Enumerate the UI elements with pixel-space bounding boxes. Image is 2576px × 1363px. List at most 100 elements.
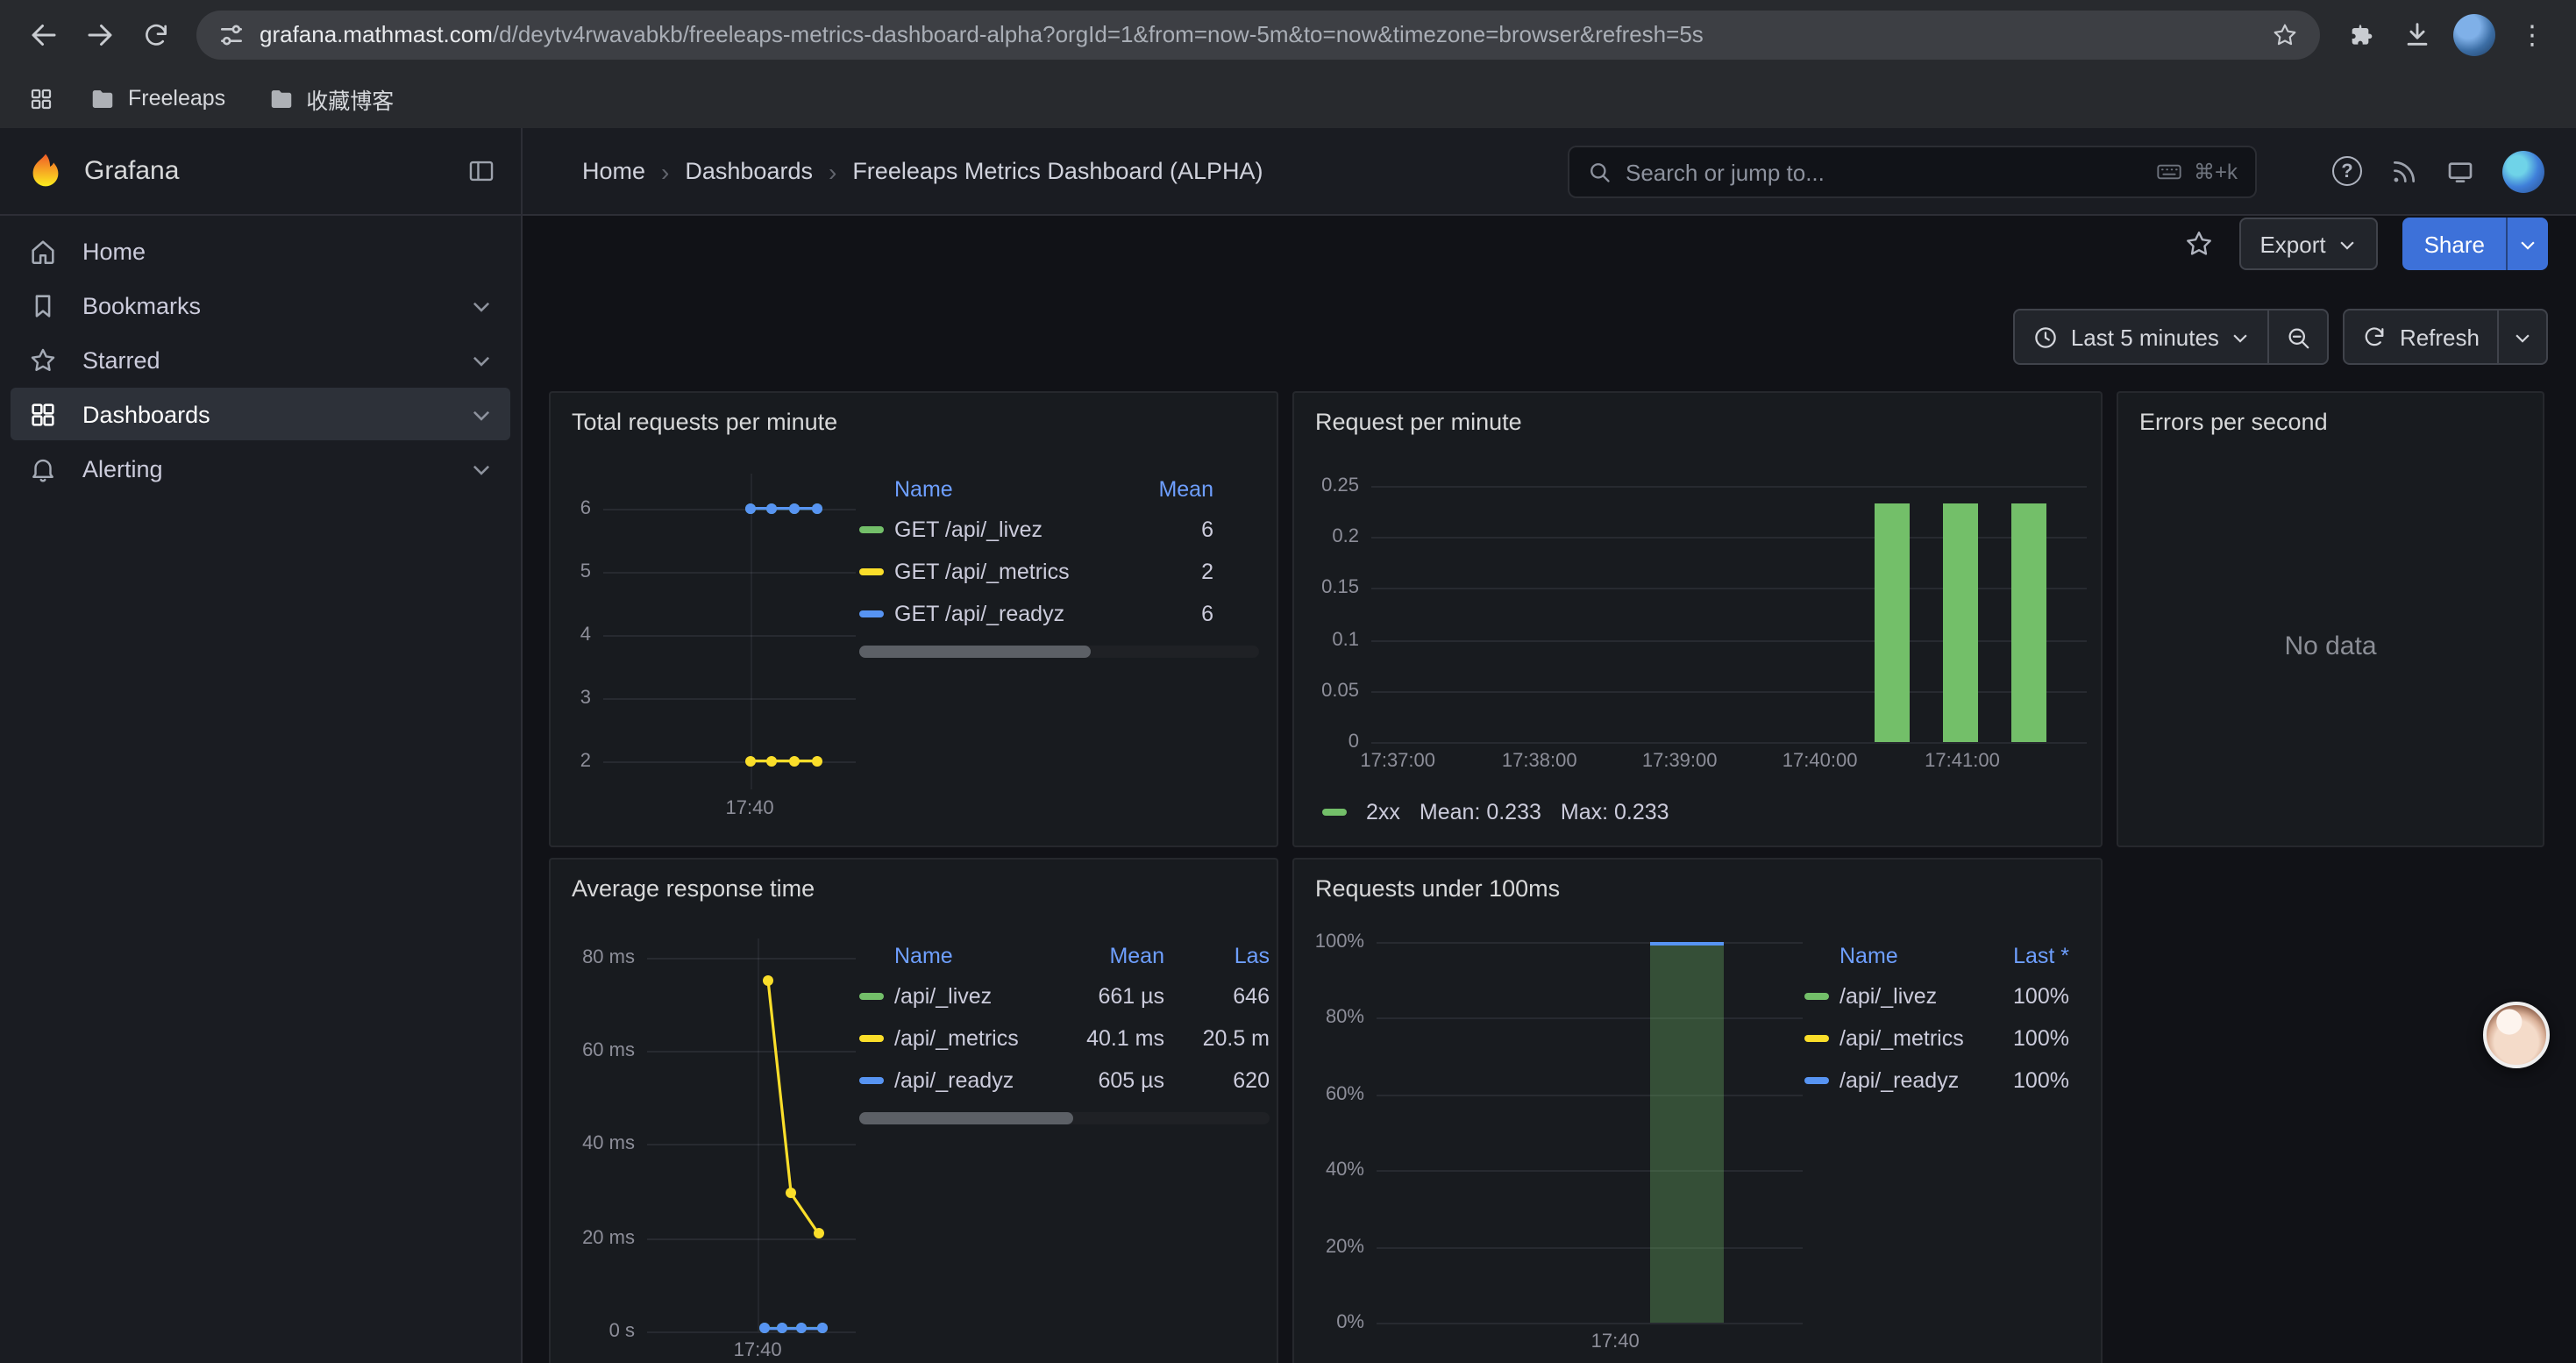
bookmark-star-icon[interactable]: [2271, 20, 2299, 48]
panel-title[interactable]: Total requests per minute: [572, 409, 837, 435]
legend-table: NameMeanLas/api/_livez661 µs646/api/_met…: [859, 937, 1270, 1124]
site-settings-icon[interactable]: [217, 20, 246, 48]
share-button[interactable]: Share: [2403, 218, 2506, 270]
browser-menu-icon[interactable]: ⋮: [2506, 8, 2558, 61]
legend-row[interactable]: GET /api/_livez6: [859, 509, 1259, 551]
help-icon[interactable]: ?: [2332, 156, 2362, 186]
chart-request-per-minute: 0.250.20.150.10.050 17:37:0017:38:0017:3…: [1294, 475, 2087, 774]
sidebar-item-starred[interactable]: Starred: [11, 333, 510, 386]
bookmark-freeleaps[interactable]: Freeleaps: [74, 78, 241, 118]
browser-forward-button[interactable]: [74, 8, 126, 61]
breadcrumb-home[interactable]: Home: [582, 158, 645, 184]
browser-profile-avatar[interactable]: [2453, 13, 2495, 55]
downloads-icon[interactable]: [2390, 8, 2443, 61]
chevron-down-icon[interactable]: [470, 294, 493, 317]
browser-url-bar[interactable]: grafana.mathmast.com/d/deytv4rwavabkb/fr…: [196, 10, 2320, 59]
no-data-message: No data: [2118, 446, 2543, 846]
news-rss-icon[interactable]: [2390, 157, 2418, 185]
x-axis-tick-label: 17:40: [1591, 1331, 1640, 1352]
dock-menu-icon[interactable]: [466, 156, 496, 186]
sidebar-item-label: Alerting: [82, 455, 163, 482]
legend-row[interactable]: GET /api/_metrics2: [859, 551, 1259, 593]
legend-column-header[interactable]: Name: [859, 477, 1122, 502]
legend-row[interactable]: /api/_metrics100%: [1804, 1017, 2083, 1060]
chart-requests-under-100ms: 100%80%60%40%20%0% 17:40: [1294, 926, 1803, 1354]
legend-row[interactable]: /api/_livez661 µs646: [859, 975, 1270, 1017]
chevron-down-icon[interactable]: [470, 348, 493, 371]
browser-back-button[interactable]: [18, 8, 70, 61]
floating-assistant-avatar[interactable]: [2483, 1002, 2550, 1068]
legend-row[interactable]: /api/_readyz605 µs620: [859, 1060, 1270, 1102]
sidebar-item-home[interactable]: Home: [11, 225, 510, 277]
scrollbar-thumb[interactable]: [859, 1112, 1072, 1124]
export-button[interactable]: Export: [2238, 218, 2378, 270]
y-axis-tick-label: 0.2: [1332, 526, 1359, 547]
y-axis-tick-label: 0%: [1336, 1312, 1364, 1333]
panel-title[interactable]: Requests under 100ms: [1315, 875, 1560, 902]
x-axis-tick-label: 17:40: [726, 798, 774, 819]
breadcrumb-dashboards[interactable]: Dashboards: [685, 158, 813, 184]
user-avatar[interactable]: [2502, 150, 2544, 192]
zoom-out-button[interactable]: [2268, 310, 2328, 363]
home-icon: [28, 236, 58, 266]
sidebar-item-alerting[interactable]: Alerting: [11, 442, 510, 495]
panel-title[interactable]: Errors per second: [2139, 409, 2328, 435]
browser-reload-button[interactable]: [130, 8, 182, 61]
legend-row[interactable]: /api/_metrics40.1 ms20.5 m: [859, 1017, 1270, 1060]
arrow-right-icon: [84, 18, 116, 50]
y-axis-tick-label: 0: [1348, 731, 1359, 753]
grafana-brand: Grafana: [84, 156, 179, 186]
refresh-button[interactable]: Refresh: [2345, 310, 2497, 363]
legend-scrollbar[interactable]: [859, 1112, 1270, 1124]
legend-series-name: /api/_readyz: [859, 1068, 1066, 1093]
chevron-down-icon: [2338, 234, 2358, 253]
time-controls: Last 5 minutes Refresh: [2013, 309, 2548, 365]
legend-row[interactable]: /api/_readyz100%: [1804, 1060, 2083, 1102]
legend-table: NameLast * /api/_livez100%/api/_metrics10…: [1804, 937, 2083, 1102]
legend-column-header[interactable]: Las: [1164, 944, 1270, 968]
legend-header-row: NameMean: [859, 470, 1259, 509]
content: Home Bookmarks Starred Dashboards Alerti…: [0, 216, 2576, 1363]
bookmarks-bar: Freeleaps 收藏博客: [0, 68, 2576, 128]
legend-value: 6: [1122, 602, 1213, 626]
grafana-logo[interactable]: [25, 150, 67, 192]
legend-row[interactable]: GET /api/_readyz6: [859, 593, 1259, 635]
legend-scrollbar[interactable]: [859, 646, 1259, 658]
bookmark-label: Freeleaps: [128, 86, 225, 111]
y-axis-tick-label: 20%: [1326, 1236, 1364, 1257]
legend-column-header[interactable]: Name: [859, 944, 1066, 968]
panel-title[interactable]: Request per minute: [1315, 409, 1522, 435]
legend-column-header[interactable]: Last *: [1971, 944, 2069, 968]
breadcrumb-separator-icon: ›: [661, 157, 669, 185]
share-dropdown-button[interactable]: [2506, 218, 2548, 270]
legend-column-header[interactable]: Name: [1804, 944, 1971, 968]
search-input[interactable]: Search or jump to... ⌘+k: [1568, 146, 2257, 198]
monitor-icon[interactable]: [2446, 157, 2474, 185]
legend-stat-mean: Mean: 0.233: [1420, 800, 1541, 824]
sidebar-item-bookmarks[interactable]: Bookmarks: [11, 279, 510, 332]
apps-grid-icon[interactable]: [18, 75, 63, 121]
chart-bar: [1943, 503, 1978, 742]
chevron-down-icon[interactable]: [470, 403, 493, 425]
bookmark-blog-folder[interactable]: 收藏博客: [252, 75, 409, 122]
x-axis: 17:40: [1377, 1323, 1803, 1354]
extensions-icon[interactable]: [2334, 8, 2387, 61]
legend-column-header[interactable]: Mean: [1122, 477, 1213, 502]
data-point: [744, 503, 755, 514]
chart-bar: [1875, 503, 1910, 742]
legend[interactable]: 2xx Mean: 0.233 Max: 0.233: [1322, 800, 1669, 824]
legend-column-header[interactable]: Mean: [1066, 944, 1164, 968]
series-swatch: [1804, 993, 1829, 1000]
y-axis-tick-label: 0.1: [1332, 629, 1359, 650]
time-range-picker[interactable]: Last 5 minutes: [2015, 310, 2268, 363]
favorite-star-icon[interactable]: [2182, 228, 2214, 260]
x-axis: 17:37:0017:38:0017:39:0017:40:0017:41:00: [1371, 742, 2087, 774]
sidebar-item-dashboards[interactable]: Dashboards: [11, 388, 510, 440]
series-swatch: [1804, 1035, 1829, 1042]
legend-row[interactable]: /api/_livez100%: [1804, 975, 2083, 1017]
panel-title[interactable]: Average response time: [572, 875, 815, 902]
refresh-interval-dropdown[interactable]: [2497, 310, 2546, 363]
scrollbar-thumb[interactable]: [859, 646, 1091, 658]
plot-area: [647, 938, 856, 1331]
chevron-down-icon[interactable]: [470, 457, 493, 480]
